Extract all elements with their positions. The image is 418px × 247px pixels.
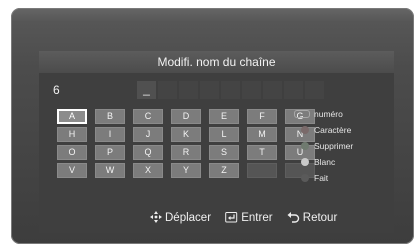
name-char-slot[interactable]: [242, 81, 261, 99]
key-t[interactable]: T: [247, 145, 277, 160]
key-s[interactable]: S: [209, 145, 239, 160]
key-k[interactable]: K: [171, 127, 201, 142]
red-button-icon: [301, 125, 309, 134]
footer-move-label: Déplacer: [165, 212, 212, 224]
legend-label: Fait: [314, 173, 329, 183]
name-char-slot[interactable]: [200, 81, 219, 99]
name-entry-row: 6 _: [39, 79, 394, 101]
key-a[interactable]: A: [57, 109, 87, 124]
green-button-icon: [301, 141, 309, 150]
move-arrows-icon: [150, 211, 162, 223]
footer-move: Déplacer: [150, 210, 211, 226]
key-o[interactable]: O: [57, 145, 87, 160]
blue-button-icon: [301, 173, 309, 182]
key-x[interactable]: X: [133, 163, 163, 178]
return-arrow-icon: [287, 212, 299, 223]
name-char-slot[interactable]: [221, 81, 240, 99]
legend-label: numéro: [314, 109, 343, 119]
footer-help-bar: Déplacer Entrer Retour: [150, 210, 348, 226]
key-blank: [247, 163, 277, 178]
name-char-slot[interactable]: [158, 81, 177, 99]
key-j[interactable]: J: [133, 127, 163, 142]
legend-red: Caractère: [294, 124, 351, 136]
key-w[interactable]: W: [95, 163, 125, 178]
key-i[interactable]: I: [95, 127, 125, 142]
key-r[interactable]: R: [171, 145, 201, 160]
key-h[interactable]: H: [57, 127, 87, 142]
key-e[interactable]: E: [209, 109, 239, 124]
key-l[interactable]: L: [209, 127, 239, 142]
name-char-slot[interactable]: _: [137, 81, 156, 99]
footer-enter: Entrer: [225, 210, 273, 226]
name-char-slot[interactable]: [263, 81, 282, 99]
dialog-title: Modifi. nom du chaîne: [39, 51, 394, 73]
legend-label: Caractère: [314, 125, 352, 135]
channel-number: 6: [53, 83, 60, 97]
legend-blue: Fait: [294, 172, 328, 184]
key-z[interactable]: Z: [209, 163, 239, 178]
name-char-slot[interactable]: [179, 81, 198, 99]
legend-number: numéro: [294, 108, 343, 120]
enter-icon: [225, 212, 238, 223]
key-q[interactable]: Q: [133, 145, 163, 160]
yellow-button-icon: [301, 157, 309, 166]
name-char-slot[interactable]: [284, 81, 303, 99]
footer-return: Retour: [287, 210, 338, 226]
number-keys-icon: [294, 109, 310, 118]
key-p[interactable]: P: [95, 145, 125, 160]
key-c[interactable]: C: [133, 109, 163, 124]
legend-label: Supprimer: [314, 141, 354, 151]
key-y[interactable]: Y: [171, 163, 201, 178]
legend-green: Supprimer: [294, 140, 353, 152]
footer-return-label: Retour: [302, 212, 338, 224]
footer-enter-label: Entrer: [241, 212, 273, 224]
key-m[interactable]: M: [247, 127, 277, 142]
name-char-slot[interactable]: [305, 81, 324, 99]
legend-label: Blanc: [314, 157, 336, 167]
key-d[interactable]: D: [171, 109, 201, 124]
key-f[interactable]: F: [247, 109, 277, 124]
key-b[interactable]: B: [95, 109, 125, 124]
legend-yellow: Blanc: [294, 156, 335, 168]
key-v[interactable]: V: [57, 163, 87, 178]
